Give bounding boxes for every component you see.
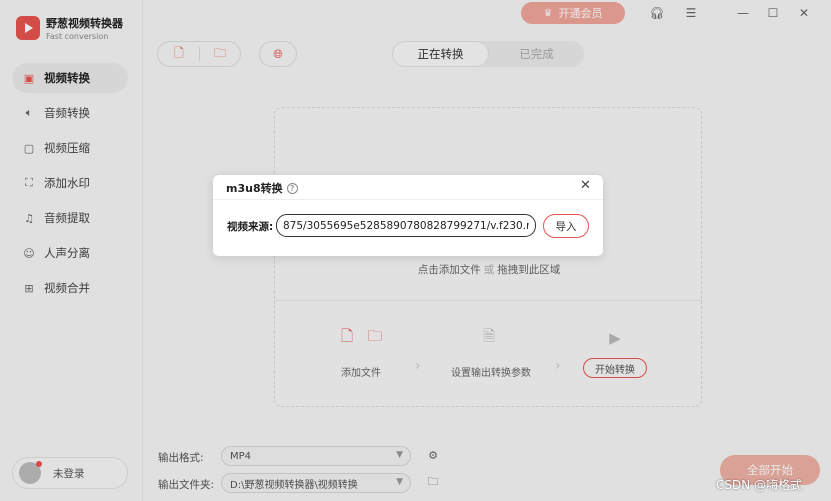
url-input[interactable] [276, 214, 536, 237]
source-label: 视频来源: [227, 221, 274, 233]
dialog-title: m3u8转换 ? [226, 180, 298, 196]
dialog-title-text: m3u8转换 [226, 182, 283, 195]
import-button[interactable]: 导入 [543, 214, 589, 238]
dialog-divider [213, 199, 603, 200]
m3u8-dialog: m3u8转换 ? ✕ 视频来源: 导入 [213, 175, 603, 256]
watermark-text: CSDN @嗨格式 [716, 478, 803, 492]
dialog-close-icon[interactable]: ✕ [580, 178, 591, 193]
help-icon[interactable]: ? [286, 182, 298, 194]
app-window: 野葱视频转换器 Fast conversion ▣ 视频转换 🔈︎ 音频转换 ▢… [0, 0, 831, 501]
